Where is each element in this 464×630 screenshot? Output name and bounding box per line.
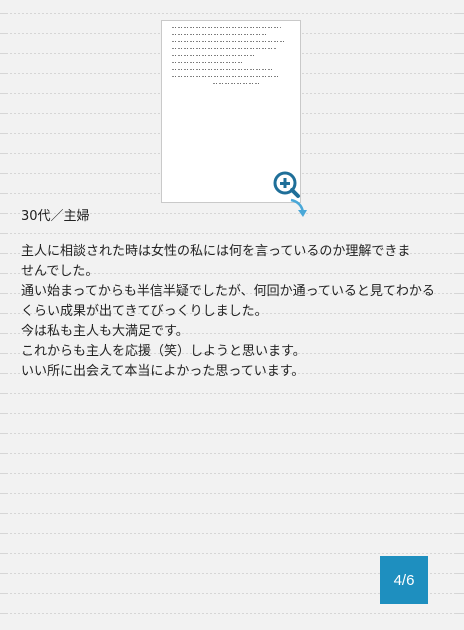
testimonial-line: 通い始まってからも半信半疑でしたが、何回か通っていると見てわかる (21, 284, 435, 299)
testimonial-line: せんでした。 (21, 264, 99, 279)
page-indicator: 4/6 (380, 556, 428, 604)
testimonial-text: 主人に相談された時は女性の私には何を言っているのか理解できま せんでした。 通い… (21, 242, 451, 382)
zoom-in-icon[interactable] (271, 170, 311, 220)
testimonial-line: これからも主人を応援（笑）しようと思います。 (21, 344, 306, 359)
testimonial-line: くらい成果が出てきてびっくりしました。 (21, 304, 268, 319)
testimonial-line: 主人に相談された時は女性の私には何を言っているのか理解できま (21, 244, 411, 259)
customer-profile-label: 30代／主婦 (21, 209, 90, 224)
handwriting-scribble (172, 27, 290, 90)
testimonial-line: 今は私も主人も大満足です。 (21, 324, 189, 339)
testimonial-line: いい所に出会えて本当によかった思っています。 (21, 364, 305, 379)
